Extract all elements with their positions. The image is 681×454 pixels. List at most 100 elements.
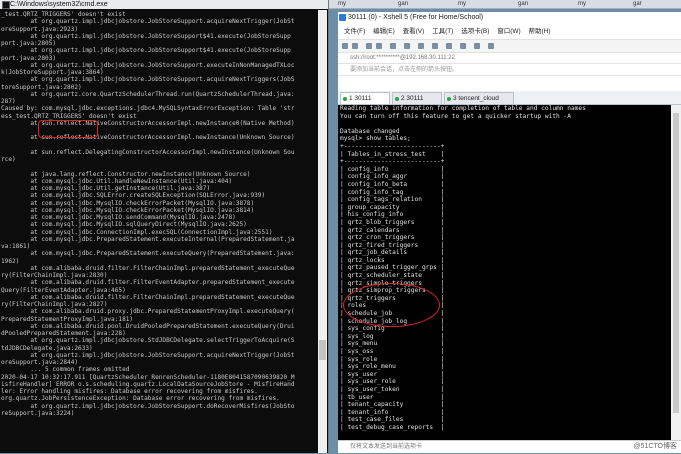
console-line: at sun.reflect.DelegatingConstructorAcce… bbox=[1, 148, 295, 156]
console-line: at com.alibaba.druid.filter.FilterChainI… bbox=[1, 293, 295, 301]
console-line: dPooledPreparedStatement.java:228) bbox=[1, 330, 126, 337]
search-icon[interactable] bbox=[390, 43, 396, 49]
console-line: port.java:2803) bbox=[1, 54, 57, 62]
terminal-line: | qrtz_job_details | bbox=[340, 249, 445, 257]
cmd-title: C:\Windows\system32\cmd.exe bbox=[10, 1, 108, 8]
console-line: ry(FilterChainImpl.java:2827) bbox=[1, 301, 108, 308]
connected-icon bbox=[395, 97, 399, 101]
console-line: at java.lang.reflect.Constructor.newInst… bbox=[1, 170, 251, 178]
compose-bar[interactable]: 仅将文本发送到当前选项卡 bbox=[338, 440, 681, 453]
terminal-line: | qrtz_calendars | bbox=[340, 226, 445, 234]
console-line: org.quartz.JobPersistenceException: Data… bbox=[1, 395, 280, 403]
transfer-icon[interactable] bbox=[474, 43, 480, 49]
terminal-line: | sys_role | bbox=[340, 355, 445, 363]
console-line: at org.quartz.impl.jdbcjobstore.JobStore… bbox=[1, 351, 295, 359]
console-line: at org.quartz.impl.jdbcjobstore.JobStore… bbox=[1, 18, 295, 26]
console-line: 2020-04-17 10:32:17.911 [QuartzScheduler… bbox=[1, 373, 295, 381]
terminal-line: | group_capacity | bbox=[340, 203, 445, 211]
console-line: at com.mysql.jdbc.Util.handleNewInstance… bbox=[1, 177, 233, 185]
keyboard-icon[interactable] bbox=[460, 43, 466, 49]
console-line: ry(FilterChainImpl.java:2830) bbox=[1, 272, 108, 279]
top-tab[interactable]: my bbox=[578, 0, 628, 8]
terminal-line: | test_debug_case_reports | bbox=[340, 423, 445, 431]
tab-session-2[interactable]: 2 30111 bbox=[392, 92, 442, 104]
terminal-line: | config_info_beta | bbox=[340, 180, 445, 188]
console-line: _test.QRTZ_TRIGGERS' doesn't exist bbox=[1, 11, 126, 18]
terminal-line: Reading table information for completion… bbox=[340, 105, 586, 112]
console-line: at org.quartz.impl.jdbcjobstore.JobStore… bbox=[1, 76, 295, 84]
console-line: at com.alibaba.druid.filter.FilterEventA… bbox=[1, 279, 295, 287]
top-tab[interactable]: my bbox=[338, 0, 393, 8]
terminal-line: | tenant_capacity | bbox=[340, 401, 445, 409]
console-line: isfireHandler] ERROR o.s.scheduling.quar… bbox=[1, 380, 295, 388]
cmd-icon bbox=[2, 1, 10, 9]
terminal-line: | sys_log | bbox=[340, 332, 445, 340]
menu-window[interactable]: 窗口(W) bbox=[497, 28, 520, 35]
menu-help[interactable]: 帮助(H) bbox=[528, 28, 550, 35]
cmd-scrollbar[interactable] bbox=[318, 10, 327, 453]
terminal-line: | qrtz_blob_triggers | bbox=[340, 218, 445, 226]
terminal-line: | Tables_in_stress_test | bbox=[340, 150, 445, 158]
console-line: ler: Error handling misfires: Database e… bbox=[1, 388, 258, 395]
globe-icon[interactable] bbox=[418, 43, 424, 49]
terminal-line: | qrtz_locks | bbox=[340, 256, 445, 264]
open-folder-icon[interactable] bbox=[352, 43, 358, 49]
tab-session-1[interactable]: 1 30111 bbox=[340, 92, 390, 104]
menu-edit[interactable]: 编辑(E) bbox=[373, 28, 395, 35]
console-line: Caused by: com.mysql.jdbc.exceptions.jdb… bbox=[1, 105, 295, 113]
console-line: at com.mysql.jdbc.MysqlIO.sqlQueryDirect… bbox=[1, 221, 247, 229]
scrollbar-thumb[interactable] bbox=[673, 113, 679, 413]
console-line: at org.quartz.impl.jdbcjobstore.JobStore… bbox=[1, 61, 295, 69]
menu-file[interactable]: 文件(F) bbox=[344, 28, 365, 35]
menu-view[interactable]: 查看(V) bbox=[403, 28, 425, 35]
scrollbar-thumb[interactable] bbox=[319, 340, 326, 360]
terminal-line: | qrtz_scheduler_state | bbox=[340, 272, 445, 280]
highlight-circle bbox=[343, 283, 440, 327]
console-line: at com.mysql.jdbc.MysqlIO.sendCommand(My… bbox=[1, 214, 236, 221]
terminal-line: | config_info | bbox=[340, 165, 445, 173]
terminal-line: | sys_menu | bbox=[340, 340, 445, 348]
console-line: at com.mysql.jdbc.PreparedStatement.exec… bbox=[1, 250, 295, 258]
console-line: toreSupport.java:2802) bbox=[1, 83, 82, 91]
font-icon[interactable] bbox=[432, 43, 438, 49]
top-tab[interactable]: gan bbox=[518, 0, 573, 8]
console-line: at org.quartz.core.QuartzSchedulerThread… bbox=[1, 90, 295, 98]
cmd-console-output[interactable]: _test.QRTZ_TRIGGERS' doesn't exist at or… bbox=[1, 11, 317, 451]
terminal-line: | sys_user_role | bbox=[340, 378, 445, 386]
console-line: at com.alibaba.druid.filter.FilterChainI… bbox=[1, 264, 295, 272]
xshell-title-bar: 30111 (0) - Xshell 5 (Free for Home/Scho… bbox=[338, 12, 681, 24]
address-bar[interactable]: ssh://root:**********@192.168.30.111:22 bbox=[338, 53, 681, 64]
top-tab[interactable]: gar bbox=[633, 0, 678, 8]
console-line: at com.mysql.jdbc.MysqlIO.checkErrorPack… bbox=[1, 206, 255, 214]
terminal-line: +--------------------------+ bbox=[340, 142, 445, 150]
cmd-window: C:\Windows\system32\cmd.exe _test.QRTZ_T… bbox=[0, 0, 329, 453]
terminal-line: mysql> show tables; bbox=[340, 135, 411, 143]
terminal-line: +--------------------------+ bbox=[340, 158, 445, 166]
lock-icon[interactable] bbox=[446, 43, 452, 49]
tab-session-3[interactable]: 3 tencent_cloud bbox=[444, 92, 514, 104]
menu-tabs[interactable]: 选项卡(B) bbox=[461, 28, 489, 35]
connected-icon bbox=[447, 97, 451, 101]
paste-icon[interactable] bbox=[376, 43, 382, 49]
console-line: tdJDBCDelegate.java:2633) bbox=[1, 344, 93, 352]
terminal-line: | sys_role_menu | bbox=[340, 363, 445, 371]
terminal-line: | qrtz_fired_triggers | bbox=[340, 241, 445, 249]
new-session-icon[interactable] bbox=[342, 43, 348, 49]
terminal-scrollbar[interactable] bbox=[671, 105, 681, 440]
copy-icon[interactable] bbox=[366, 43, 372, 49]
connected-icon bbox=[343, 97, 347, 101]
terminal-line: | his_config_info | bbox=[340, 211, 445, 219]
console-line: reSupport.java:3224) bbox=[1, 409, 75, 417]
menu-tools[interactable]: 工具(T) bbox=[432, 28, 453, 35]
top-tab[interactable]: gan bbox=[398, 0, 453, 8]
console-line: va:1861) bbox=[1, 243, 31, 250]
print-icon[interactable] bbox=[404, 43, 410, 49]
help-icon[interactable] bbox=[488, 43, 494, 49]
console-line: ... 5 common frames omitted bbox=[1, 366, 130, 374]
xshell-app-icon bbox=[339, 14, 346, 21]
console-line: PreparedStatementProxyImpl.java:181) bbox=[1, 315, 134, 323]
top-tab[interactable]: my bbox=[458, 0, 513, 8]
terminal-output[interactable]: Reading table information for completion… bbox=[338, 105, 671, 440]
